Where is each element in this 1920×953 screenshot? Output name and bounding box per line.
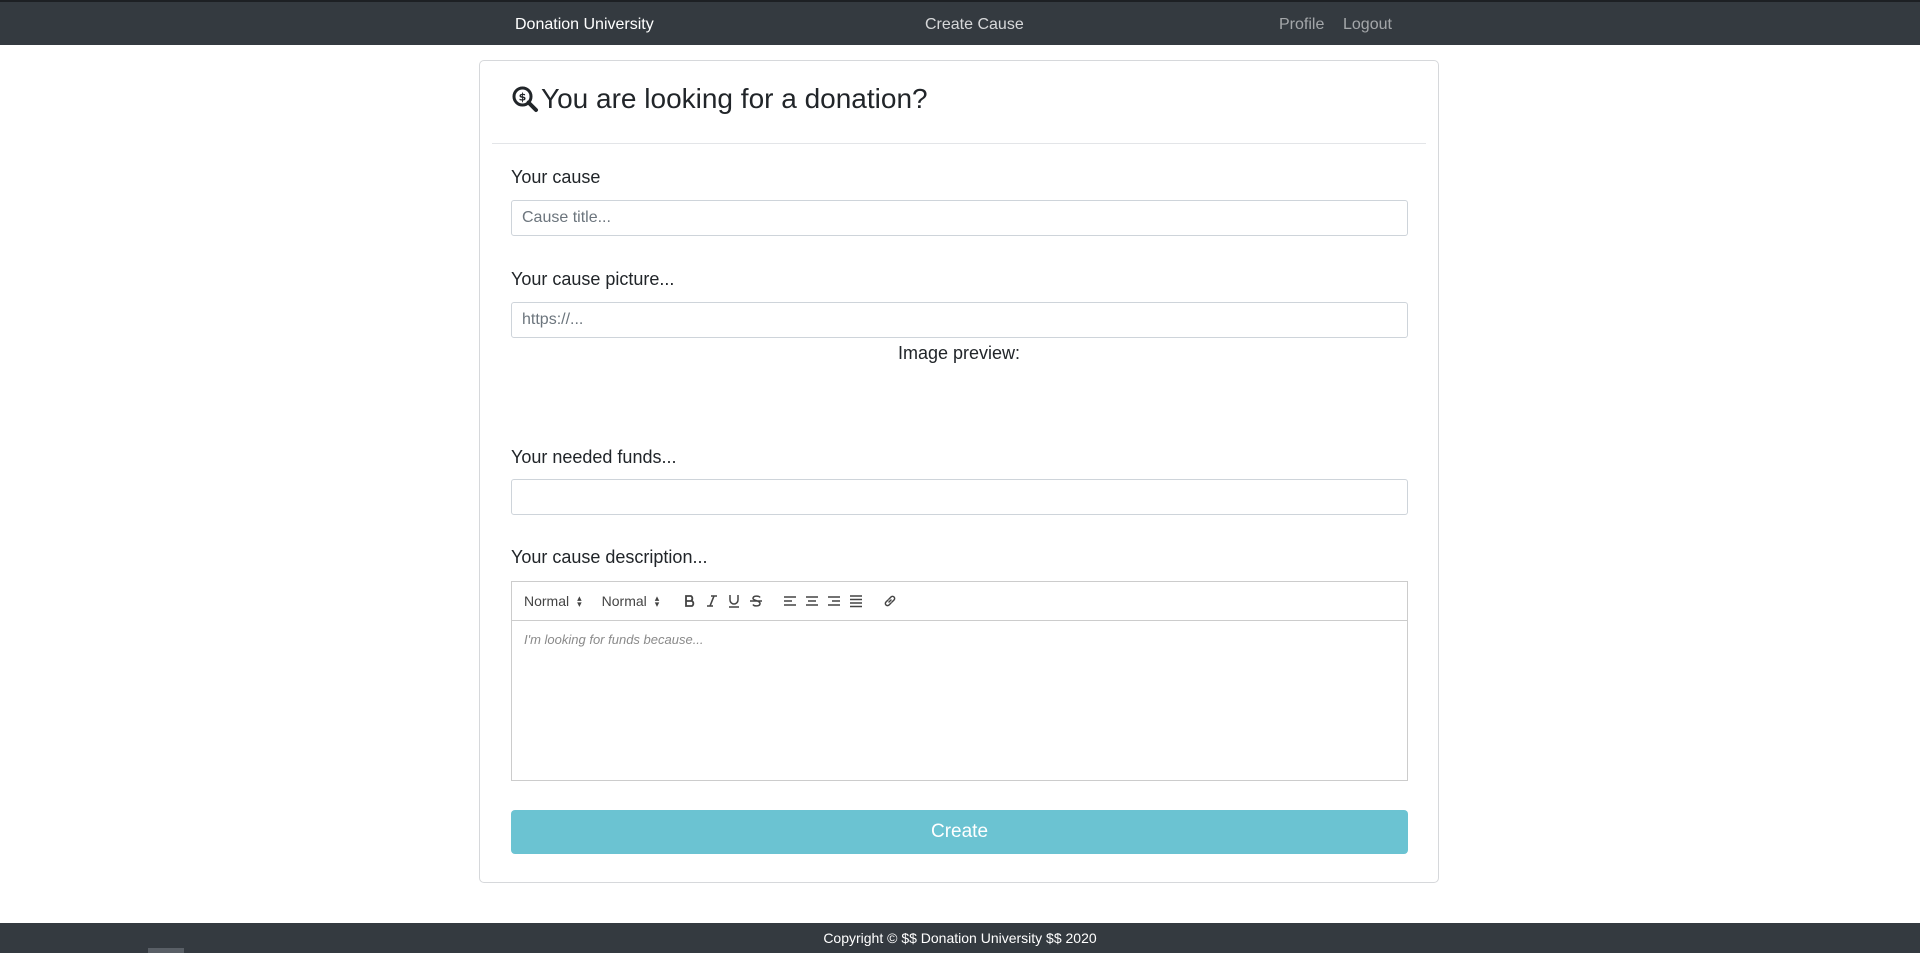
strike-icon[interactable] bbox=[745, 590, 767, 612]
needed-funds-input[interactable] bbox=[511, 479, 1408, 515]
header-picker-label: Normal bbox=[601, 593, 647, 609]
cause-picture-url-input[interactable] bbox=[511, 302, 1408, 338]
align-left-icon[interactable] bbox=[779, 590, 801, 612]
updown-arrow-icon: ▴ ▾ bbox=[577, 593, 582, 609]
top-navbar: Donation University Create Cause Profile… bbox=[0, 0, 1920, 45]
align-justify-icon[interactable] bbox=[845, 590, 867, 612]
rich-text-editor: Normal ▴ ▾ Normal ▴ ▾ I'm looking for fu… bbox=[511, 581, 1408, 781]
link-icon[interactable] bbox=[879, 590, 901, 612]
svg-text:$: $ bbox=[519, 91, 527, 104]
create-button[interactable]: Create bbox=[511, 810, 1408, 854]
create-cause-link[interactable]: Create Cause bbox=[925, 16, 1024, 34]
profile-link[interactable]: Profile bbox=[1279, 16, 1324, 34]
align-center-icon[interactable] bbox=[801, 590, 823, 612]
search-dollar-icon: $ bbox=[512, 86, 538, 112]
editor-toolbar: Normal ▴ ▾ Normal ▴ ▾ bbox=[512, 582, 1407, 621]
header-picker[interactable]: Normal ▴ ▾ bbox=[602, 593, 660, 609]
cause-title-input[interactable] bbox=[511, 200, 1408, 236]
editor-content-area[interactable]: I'm looking for funds because... bbox=[512, 621, 1407, 658]
footer: Copyright © $$ Donation University $$ 20… bbox=[0, 923, 1920, 953]
header-divider bbox=[492, 143, 1426, 144]
updown-arrow-icon: ▴ ▾ bbox=[654, 593, 660, 609]
font-size-picker-label: Normal bbox=[524, 593, 570, 609]
cause-description-label: Your cause description... bbox=[511, 547, 708, 567]
copyright-text: Copyright © $$ Donation University $$ 20… bbox=[823, 930, 1097, 946]
create-cause-card: $ You are looking for a donation? Your c… bbox=[479, 60, 1439, 883]
image-preview-label: Image preview: bbox=[897, 343, 1021, 363]
italic-icon[interactable] bbox=[701, 590, 723, 612]
cause-label: Your cause bbox=[511, 167, 601, 187]
page-title: You are looking for a donation? bbox=[541, 83, 928, 114]
brand-link[interactable]: Donation University bbox=[515, 16, 654, 34]
font-size-picker[interactable]: Normal ▴ ▾ bbox=[524, 593, 582, 609]
align-right-icon[interactable] bbox=[823, 590, 845, 612]
needed-funds-label: Your needed funds... bbox=[511, 447, 677, 467]
card-header: $ You are looking for a donation? bbox=[511, 81, 928, 117]
footer-tab-marker bbox=[148, 948, 184, 953]
cause-picture-label: Your cause picture... bbox=[511, 269, 675, 289]
bold-icon[interactable] bbox=[679, 590, 701, 612]
logout-link[interactable]: Logout bbox=[1343, 16, 1392, 34]
underline-icon[interactable] bbox=[723, 590, 745, 612]
